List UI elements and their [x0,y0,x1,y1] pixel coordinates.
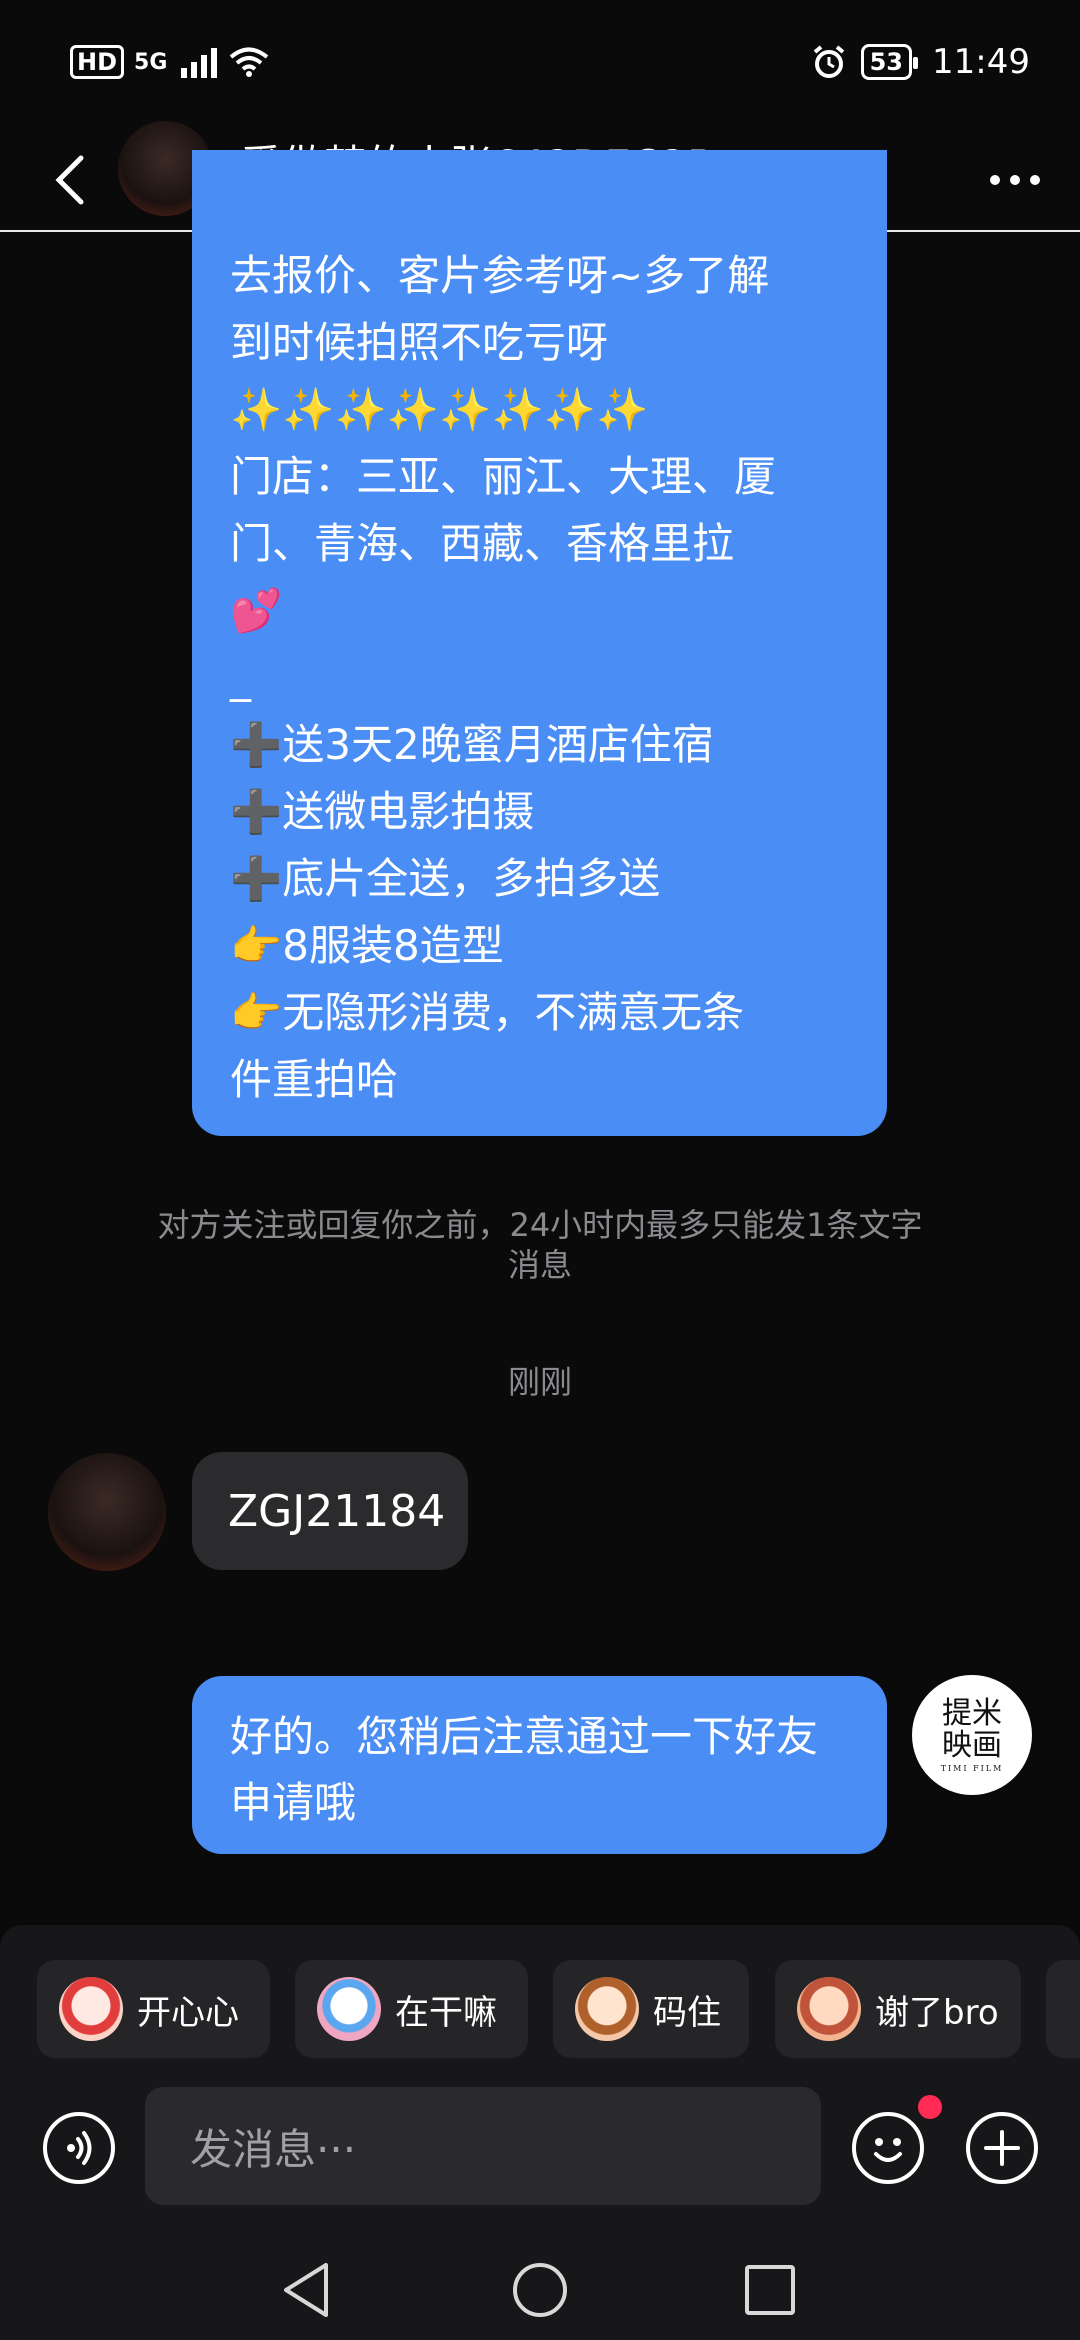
alarm-icon [813,45,844,78]
brand-logo-line2: 映画 [942,1727,1002,1763]
sticker-icon [317,1977,381,2041]
smiley-icon [874,2138,902,2162]
my-avatar[interactable]: 提米 映画 TIMI FILM [912,1675,1032,1795]
status-left: HD 5G [70,40,269,84]
chevron-left-icon [55,155,84,205]
message-text: 去报价、客片参考呀~多了解 到时候拍照不吃亏呀 ✨✨✨✨✨✨✨✨ 门店：三亚、丽… [230,251,777,1104]
outgoing-reply-bubble[interactable]: 好的。您稍后注意通过一下好友申请哦 [192,1676,887,1854]
sticker-icon [797,1977,861,2041]
more-dot-icon [990,175,1000,185]
nav-back-button[interactable] [274,2255,344,2325]
voice-input-button[interactable] [43,2112,115,2184]
outgoing-message-bubble[interactable]: 去报价、客片参考呀~多了解 到时候拍照不吃亏呀 ✨✨✨✨✨✨✨✨ 门店：三亚、丽… [192,150,887,1136]
sticker-icon [59,1977,123,2041]
messaging-limit-notice: 对方关注或回复你之前，24小时内最多只能发1条文字 消息 [157,1206,923,1284]
signal-icon [181,48,218,78]
more-dot-icon [1030,175,1040,185]
message-input-placeholder: 发消息··· [190,2124,357,2174]
emoji-button[interactable] [852,2112,924,2184]
quick-reply-label: 开心心 [137,1992,239,2033]
circle-home-icon [513,2263,567,2317]
sender-avatar[interactable] [48,1453,166,1571]
quick-reply-chip[interactable]: 开心心 [37,1960,270,2058]
quick-reply-chip[interactable]: 码住 [553,1960,749,2058]
plus-icon [984,2130,1020,2166]
back-button[interactable] [45,140,95,220]
incoming-message-bubble[interactable]: ZGJ21184 [192,1452,468,1570]
square-recents-icon [745,2265,795,2315]
quick-reply-chip[interactable]: 在干嘛 [295,1960,528,2058]
status-bar: HD 5G 53 11:49 [0,0,1080,125]
voice-icon [67,2131,92,2165]
message-input[interactable]: 发消息··· [145,2087,821,2205]
sticker-icon [575,1977,639,2041]
battery-indicator: 53 [860,44,919,80]
nav-home-button[interactable] [505,2255,575,2325]
message-text: ZGJ21184 [228,1485,446,1537]
message-timestamp: 刚刚 [507,1363,572,1401]
wifi-icon [230,47,269,77]
message-text: 好的。您稍后注意通过一下好友申请哦 [230,1712,819,1827]
brand-logo-line1: 提米 [942,1695,1002,1731]
brand-logo-line3: TIMI FILM [940,1763,1004,1773]
more-dot-icon [1010,175,1020,185]
network-type: 5G [134,49,168,75]
notification-dot [918,2095,942,2119]
nav-recents-button[interactable] [735,2255,805,2325]
quick-reply-label: 在干嘛 [395,1992,497,2033]
status-right: 53 11:49 [811,40,1030,84]
hd-indicator: HD [70,45,125,79]
quick-reply-chip[interactable]: 谢了bro [775,1960,1021,2058]
quick-reply-label: 谢了bro [875,1992,999,2033]
add-attachment-button[interactable] [966,2112,1038,2184]
clock: 11:49 [932,42,1030,82]
quick-reply-label: 码住 [653,1992,721,2033]
quick-reply-chip-partial[interactable] [1046,1960,1080,2058]
triangle-back-icon [284,2263,328,2317]
more-options-button[interactable] [980,145,1050,215]
